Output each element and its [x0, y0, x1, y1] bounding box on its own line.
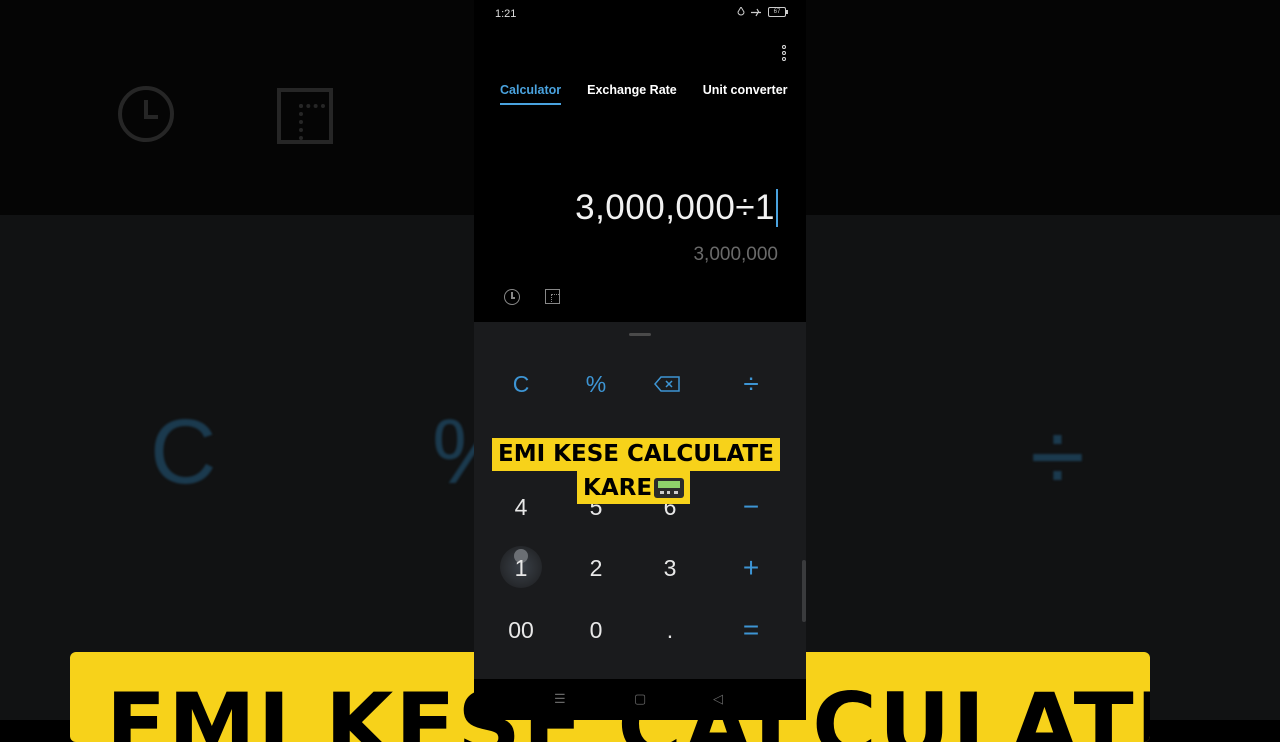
divide-button[interactable]: ÷ — [721, 360, 781, 408]
key-4[interactable]: 4 — [491, 483, 551, 531]
key-3[interactable]: 3 — [640, 544, 700, 592]
key-0[interactable]: 0 — [566, 606, 626, 654]
keypad: C % ÷ 4 5 6 − 1 2 3 + 00 0 . = — [474, 322, 806, 679]
back-nav-icon[interactable]: ◁ — [713, 691, 723, 707]
home-nav-icon[interactable]: ▢ — [634, 691, 646, 707]
backspace-icon — [654, 376, 680, 392]
drop-icon — [737, 7, 745, 16]
status-bar: 1:21 67 — [474, 0, 806, 30]
percent-button[interactable]: % — [566, 360, 626, 408]
phone-screen: 1:21 67 Calculator Exchange Rate Unit co… — [474, 0, 806, 720]
equals-button[interactable]: = — [721, 606, 781, 654]
menu-nav-icon[interactable]: ☰ — [554, 691, 566, 707]
minus-button[interactable]: − — [721, 483, 781, 531]
result-preview: 3,000,000 — [693, 244, 778, 265]
status-icons: 67 — [737, 7, 788, 17]
key-6[interactable]: 6 — [640, 483, 700, 531]
tab-calculator[interactable]: Calculator — [500, 83, 562, 105]
clear-button[interactable]: C — [491, 360, 551, 408]
tab-exchange-rate[interactable]: Exchange Rate — [587, 83, 677, 105]
decimal-button[interactable]: . — [640, 606, 700, 654]
background-divide-key: ÷ — [1030, 401, 1085, 513]
scientific-mode-icon[interactable] — [545, 289, 560, 304]
key-5[interactable]: 5 — [566, 483, 626, 531]
keypad-drag-handle[interactable] — [629, 333, 651, 336]
key-2[interactable]: 2 — [566, 544, 626, 592]
backspace-button[interactable] — [637, 360, 697, 408]
tab-unit-converter[interactable]: Unit converter — [703, 83, 788, 105]
background-clear-key: C — [150, 401, 217, 503]
battery-icon: 67 — [768, 7, 788, 17]
key-1[interactable]: 1 — [491, 544, 551, 592]
plus-button[interactable]: + — [721, 544, 781, 592]
history-icon[interactable] — [504, 289, 520, 305]
background-history-icon — [118, 86, 174, 142]
more-options-icon[interactable] — [782, 45, 786, 61]
tab-bar: Calculator Exchange Rate Unit converter — [500, 83, 788, 105]
usb-icon — [751, 8, 761, 16]
status-time: 1:21 — [495, 8, 517, 20]
expression-display[interactable]: 3,000,000÷1 — [575, 188, 778, 228]
expression-text: 3,000,000÷1 — [575, 188, 775, 227]
text-cursor — [776, 189, 778, 227]
background-scientific-icon — [277, 88, 333, 144]
scrollbar[interactable] — [802, 560, 806, 622]
navigation-bar: ☰ ▢ ◁ — [474, 679, 806, 720]
key-00[interactable]: 00 — [491, 606, 551, 654]
